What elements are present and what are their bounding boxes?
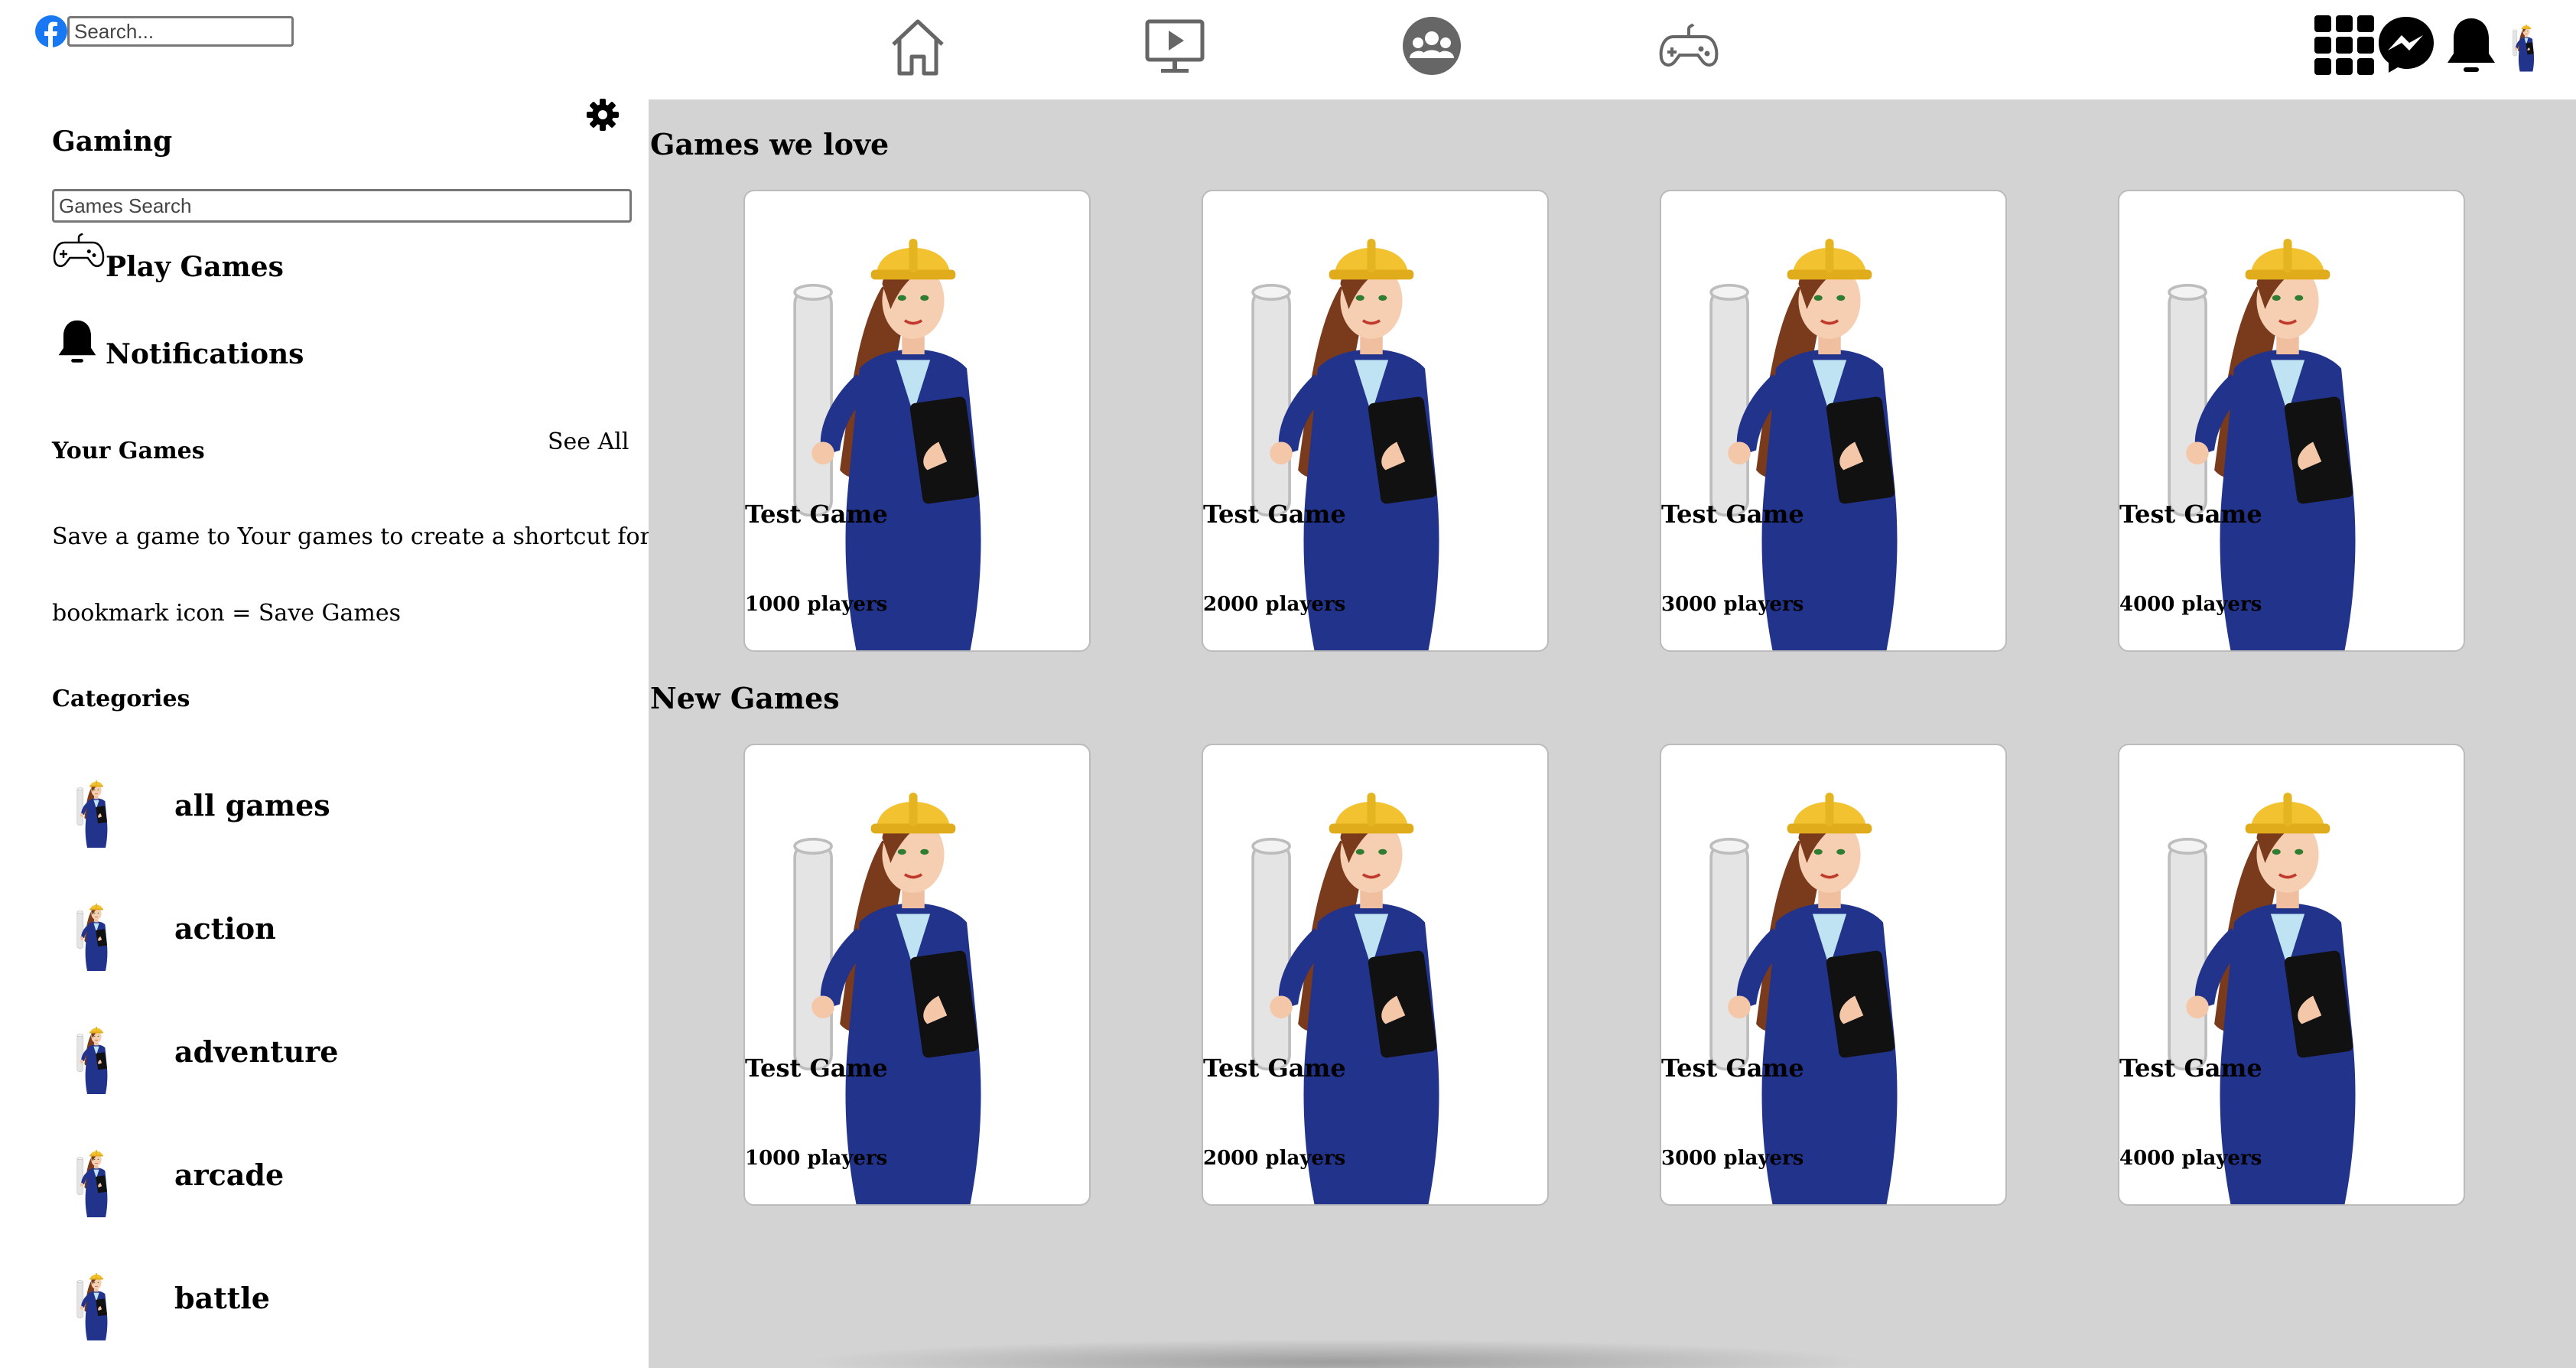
game-name: Test Game bbox=[1203, 500, 1346, 529]
watch-icon[interactable] bbox=[1143, 14, 1207, 78]
game-players: 1000 players bbox=[745, 593, 888, 616]
game-card[interactable]: Test Game 4000 players bbox=[2118, 190, 2465, 652]
sidebar-item-notifications[interactable]: Notifications bbox=[52, 317, 327, 370]
game-name: Test Game bbox=[745, 1054, 888, 1083]
game-name: Test Game bbox=[745, 500, 888, 529]
game-card[interactable]: Test Game 2000 players bbox=[1202, 744, 1549, 1206]
game-thumbnail bbox=[1241, 756, 1501, 1206]
home-icon[interactable] bbox=[886, 14, 950, 78]
facebook-logo-icon[interactable] bbox=[35, 15, 67, 47]
bell-icon bbox=[58, 320, 96, 363]
gaming-icon[interactable] bbox=[1657, 14, 1721, 78]
game-card[interactable]: Test Game 3000 players bbox=[1660, 190, 2007, 652]
category-thumbnail bbox=[73, 873, 119, 995]
game-name: Test Game bbox=[1203, 1054, 1346, 1083]
category-thumbnail bbox=[73, 750, 119, 872]
game-players: 2000 players bbox=[1203, 593, 1346, 616]
groups-icon[interactable] bbox=[1400, 14, 1464, 78]
category-item-battle[interactable]: battle bbox=[52, 1243, 480, 1365]
game-players: 1000 players bbox=[745, 1147, 888, 1170]
search-input[interactable] bbox=[67, 16, 294, 47]
top-navigation-bar bbox=[0, 0, 2576, 99]
category-item-all-games[interactable]: all games bbox=[52, 750, 480, 872]
profile-avatar[interactable] bbox=[2510, 14, 2542, 78]
sidebar-item-label: Play Games bbox=[106, 251, 284, 283]
section-title-new-games: New Games bbox=[650, 681, 840, 715]
bottom-shadow bbox=[802, 1339, 1872, 1368]
category-thumbnail bbox=[73, 1119, 119, 1242]
main-content: Games we love Test Game 1000 players Tes… bbox=[649, 99, 2576, 1368]
bell-icon[interactable] bbox=[2444, 14, 2498, 78]
messenger-icon[interactable] bbox=[2376, 14, 2437, 75]
category-label: battle bbox=[174, 1281, 270, 1315]
game-players: 4000 players bbox=[2119, 1147, 2262, 1170]
game-thumbnail bbox=[1699, 756, 1960, 1206]
game-players: 4000 players bbox=[2119, 593, 2262, 616]
game-thumbnail bbox=[783, 202, 1043, 652]
category-label: action bbox=[174, 911, 276, 946]
categories-heading: Categories bbox=[52, 686, 190, 712]
section-title-games-we-love: Games we love bbox=[650, 127, 890, 161]
sidebar-item-label: Notifications bbox=[106, 338, 304, 370]
game-name: Test Game bbox=[1661, 1054, 1804, 1083]
game-thumbnail bbox=[2158, 202, 2418, 652]
category-item-action[interactable]: action bbox=[52, 873, 480, 995]
game-name: Test Game bbox=[2119, 500, 2262, 529]
game-thumbnail bbox=[2158, 756, 2418, 1206]
category-label: arcade bbox=[174, 1158, 285, 1192]
category-item-arcade[interactable]: arcade bbox=[52, 1119, 480, 1242]
game-thumbnail bbox=[1699, 202, 1960, 652]
sidebar-item-play-games[interactable]: Play Games bbox=[52, 230, 284, 283]
game-players: 3000 players bbox=[1661, 593, 1804, 616]
settings-gear-icon[interactable] bbox=[586, 98, 620, 132]
games-search-input[interactable] bbox=[52, 189, 632, 223]
see-all-link[interactable]: See All bbox=[548, 428, 629, 455]
category-item-adventure[interactable]: adventure bbox=[52, 996, 480, 1119]
your-games-heading: Your Games bbox=[52, 438, 205, 464]
category-label: all games bbox=[174, 788, 330, 822]
category-thumbnail bbox=[73, 996, 119, 1119]
game-card[interactable]: Test Game 1000 players bbox=[743, 744, 1091, 1206]
game-card[interactable]: Test Game 1000 players bbox=[743, 190, 1091, 652]
bookmark-note: bookmark icon = Save Games bbox=[52, 600, 402, 627]
your-games-hint: Save a game to Your games to create a sh… bbox=[52, 523, 735, 550]
game-thumbnail bbox=[783, 756, 1043, 1206]
sidebar-title: Gaming bbox=[52, 125, 173, 158]
game-players: 2000 players bbox=[1203, 1147, 1346, 1170]
game-players: 3000 players bbox=[1661, 1147, 1804, 1170]
game-card[interactable]: Test Game 2000 players bbox=[1202, 190, 1549, 652]
game-card[interactable]: Test Game 3000 players bbox=[1660, 744, 2007, 1206]
category-label: adventure bbox=[174, 1034, 339, 1069]
menu-grid-icon[interactable] bbox=[2313, 14, 2376, 77]
gamepad-icon bbox=[53, 233, 105, 267]
game-name: Test Game bbox=[1661, 500, 1804, 529]
game-thumbnail bbox=[1241, 202, 1501, 652]
category-thumbnail bbox=[73, 1243, 119, 1365]
game-card[interactable]: Test Game 4000 players bbox=[2118, 744, 2465, 1206]
game-name: Test Game bbox=[2119, 1054, 2262, 1083]
